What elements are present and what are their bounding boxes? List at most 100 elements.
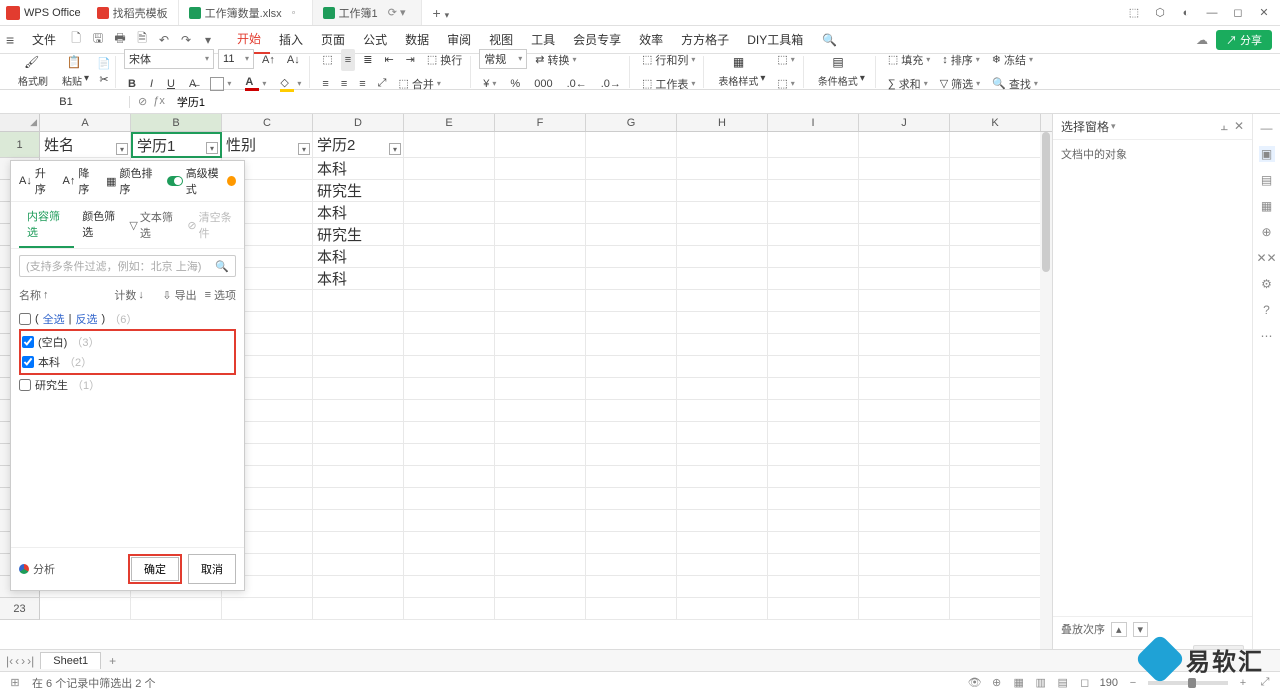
cell[interactable] [586, 132, 677, 158]
qat-dropdown-icon[interactable]: ▾ [200, 32, 216, 48]
cell-D[interactable]: 本科 [313, 246, 404, 268]
cell[interactable] [495, 444, 586, 466]
cell[interactable] [495, 132, 586, 158]
cell[interactable] [950, 202, 1041, 224]
cell[interactable] [950, 422, 1041, 444]
cell[interactable] [859, 334, 950, 356]
cell[interactable] [677, 400, 768, 422]
cell[interactable] [859, 224, 950, 246]
cell[interactable] [859, 532, 950, 554]
filter-select-all[interactable]: (全选|反选) （6） [19, 309, 236, 329]
cell[interactable] [859, 510, 950, 532]
vertical-scrollbar[interactable] [1040, 132, 1052, 671]
item-checkbox[interactable] [22, 336, 34, 348]
cell[interactable] [313, 554, 404, 576]
ok-button[interactable]: 确定 [131, 557, 179, 581]
cell[interactable] [404, 202, 495, 224]
stack-down-icon[interactable]: ▾ [1133, 622, 1149, 637]
cell[interactable] [586, 400, 677, 422]
cell[interactable] [404, 312, 495, 334]
cell[interactable] [677, 356, 768, 378]
search-icon[interactable]: 🔍 [812, 26, 847, 54]
cell[interactable] [950, 598, 1041, 620]
options-button[interactable]: ≡ 选项 [205, 287, 236, 303]
rail-collapse-icon[interactable]: — [1259, 120, 1275, 136]
cell[interactable] [404, 158, 495, 180]
cell[interactable] [586, 576, 677, 598]
select-all-checkbox[interactable] [19, 313, 31, 325]
clear-filter-button[interactable]: ⊘ 清空条件 [187, 209, 236, 241]
cell[interactable] [768, 356, 859, 378]
paste-button[interactable]: 📋粘贴▾ [56, 55, 95, 88]
cell[interactable] [495, 224, 586, 246]
cell[interactable] [495, 158, 586, 180]
align-top-icon[interactable]: ⬚ [318, 49, 336, 71]
cell[interactable] [495, 400, 586, 422]
cell-A1[interactable]: 姓名▾ [40, 132, 131, 158]
cell-C1[interactable]: 性别▾ [222, 132, 313, 158]
cell[interactable] [586, 466, 677, 488]
cell[interactable] [586, 554, 677, 576]
cell-D[interactable]: 本科 [313, 202, 404, 224]
font-decrease-icon[interactable]: A↓ [283, 49, 304, 71]
cell[interactable] [404, 268, 495, 290]
cell[interactable] [677, 532, 768, 554]
cell[interactable] [313, 334, 404, 356]
filter-search-input[interactable]: (支持多条件过滤，例如：北京 上海) 🔍 [19, 255, 236, 277]
cell[interactable] [404, 334, 495, 356]
rail-tools-icon[interactable]: ✕✕ [1259, 250, 1275, 266]
cell[interactable] [313, 312, 404, 334]
cell[interactable] [768, 378, 859, 400]
merge-button[interactable]: ⬚ 合并▾ [394, 73, 444, 95]
cell[interactable] [495, 576, 586, 598]
cell[interactable] [950, 532, 1041, 554]
cell[interactable] [859, 576, 950, 598]
cell[interactable] [677, 510, 768, 532]
cell[interactable] [677, 290, 768, 312]
cell[interactable] [404, 554, 495, 576]
item-checkbox[interactable] [22, 356, 34, 368]
filter-item-benke[interactable]: 本科 （2） [22, 352, 233, 372]
add-sheet-button[interactable]: + [101, 654, 124, 668]
fill-color-button[interactable]: ◇▾ [276, 73, 305, 95]
view-reader-icon[interactable]: ▤ [1056, 676, 1070, 690]
cell[interactable] [313, 466, 404, 488]
comma-icon[interactable]: 000 [530, 73, 556, 95]
cell[interactable] [404, 290, 495, 312]
table-style-button[interactable]: ▦表格样式▾ [712, 55, 771, 88]
cell[interactable] [859, 202, 950, 224]
fill-button[interactable]: ⬚ 填充▾ [884, 49, 934, 71]
cell[interactable] [586, 356, 677, 378]
target-icon[interactable]: ⊕ [990, 676, 1004, 690]
cell[interactable] [677, 224, 768, 246]
eye-icon[interactable]: 👁 [968, 676, 982, 690]
cell[interactable] [677, 312, 768, 334]
cell[interactable] [404, 576, 495, 598]
cell[interactable] [950, 290, 1041, 312]
cell[interactable] [950, 356, 1041, 378]
cell[interactable] [313, 510, 404, 532]
sort-asc-button[interactable]: A↓ 升序 [19, 165, 53, 197]
cell[interactable] [950, 158, 1041, 180]
new-icon[interactable]: 🗋 [68, 32, 84, 48]
col-E[interactable]: E [404, 114, 495, 131]
cell[interactable] [495, 554, 586, 576]
cell[interactable] [768, 532, 859, 554]
sheet-tab-sheet1[interactable]: Sheet1 [40, 652, 101, 669]
dec-dec-icon[interactable]: .0→ [597, 73, 625, 95]
cell[interactable] [404, 466, 495, 488]
find-button[interactable]: 🔍 查找▾ [988, 73, 1042, 95]
cell[interactable] [768, 224, 859, 246]
cell[interactable] [950, 224, 1041, 246]
cell[interactable] [313, 488, 404, 510]
zoom-in-icon[interactable]: + [1236, 676, 1250, 690]
cell[interactable] [768, 576, 859, 598]
cell[interactable] [677, 334, 768, 356]
col-I[interactable]: I [768, 114, 859, 131]
col-F[interactable]: F [495, 114, 586, 131]
cell[interactable] [404, 224, 495, 246]
font-color-button[interactable]: A▾ [241, 73, 270, 95]
cloud-icon[interactable]: ☁ [1188, 33, 1216, 47]
cell[interactable] [768, 180, 859, 202]
color-sort-button[interactable]: ▦ 颜色排序 [106, 165, 157, 197]
